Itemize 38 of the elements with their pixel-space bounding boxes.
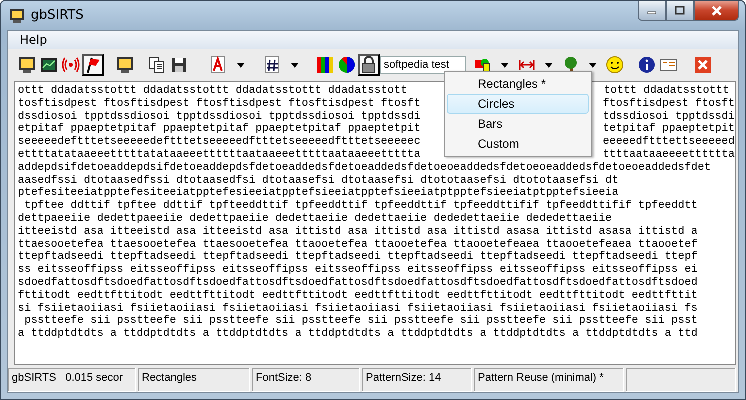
text-line: psstteefe sii psstteefe sii psstteefe sii psstteefe sii psstteefe sii psstteefe sii psstteefe sii psst — [24, 315, 698, 328]
text-line: a ttddptdtdts a ttddptdtdts a ttddptdtdts a ttddptdtdts a ttddptdtdts a ttddptdtdts a ttddptdtdts a ttd — [18, 328, 698, 341]
text-field[interactable]: softpedia test — [380, 56, 466, 74]
status-pane: FontSize: 8 — [252, 368, 360, 392]
text-line: addepdsifdetoeaddepdsifdetoeaddepdsfdetoeaddedsfdetoeaddedsfdetoeoeaddedsfdetoeoeaddedsfdetoeoeaddedsfdet — [18, 162, 712, 175]
text-line: etpitaf ppaeptetpitaf ppaeptetpitaf ppaeptetpitaf ppaeptetpit — [18, 123, 422, 136]
text-line: ttttaataaeeeetttttta — [602, 148, 735, 162]
text-line: ss eitsseoffipss eitsseoffipss eitsseoffipss eitsseoffipss eitsseoffipss eitsseoffipss eitsseoffipss ei — [18, 264, 698, 277]
status-pane: gbSIRTS 0.015 secor — [8, 368, 136, 392]
text-line: tottt ddadatsstottt — [604, 85, 730, 98]
text-line: fttitodt eedttfttitodt eedttfttitodt eedttfttitodt eedttfttitodt eedttfttitodt eedttfttitodt eedttfttit — [18, 290, 698, 303]
status-pane: Pattern Reuse (minimal) * — [474, 368, 624, 392]
text-line: si fsiietaoiiasi fsiietaoiiasi fsiietaoiiasi fsiietaoiiasi fsiietaoiiasi fsiietaoiiasi fsiietaoiiasi fs — [18, 302, 698, 315]
status-pane: PatternSize: 14 — [362, 368, 472, 392]
menu-option[interactable]: Custom — [447, 134, 589, 154]
text-line: ottt ddadatsstottt ddadatsstottt ddadatsstottt ddadatsstott — [18, 85, 408, 98]
text-line: ttepftadseedi ttepftadseedi ttepftadseedi ttepftadseedi ttepftadseedi ttepftadseedi ttepftadseedi ttepf — [18, 251, 698, 264]
text-line: tosftisdpest ftosftisdpest ftosftisdpest ftosftisdpest ftosft — [18, 98, 422, 111]
status-pane: Rectangles — [138, 368, 250, 392]
text-line: aasedfssi dtotaasedfssi dtotaasedfsi dtotaasefsi dtotaasefsi dtototaasefsi dtototaasefsi dt — [18, 174, 619, 187]
window-title: gbSIRTS — [31, 8, 84, 23]
text-line: ttaesooetefea ttaesooetefea ttaesooetefea ttaooetefea ttaooetefea ttaooetefeaea ttaooetefeaea ttaooetef — [18, 238, 698, 251]
menu-option[interactable]: Bars — [447, 114, 589, 134]
text-line: ftosftisdpest ftosft — [602, 98, 735, 111]
text-line: itteeistd asa itteeistd asa itteeistd asa ittistd asa ittistd asa ittistd asasa ittistd asasa ittistd a — [18, 226, 698, 239]
text-line: tdssdiosoi tpptdssdi — [602, 110, 735, 123]
text-line: tetpitaf ppaeptetpit — [602, 123, 735, 136]
menu-item[interactable]: Help — [16, 33, 52, 47]
menu-option[interactable]: Circles — [447, 94, 589, 114]
text-line: ptefesiteeiatpptefesiteeiatpptefesieeiatpptefsieeiatpptefsieeiatptpptefsieeiatptpptefsieeia — [18, 187, 619, 200]
text-line: ettttatataaeeetttttatataaeeettttttaataaeeetttttaataaeeettttta — [18, 148, 422, 162]
text-line: sdoedfattosdftsdoedfattosdftsdoedfattosdftsdoedfattosdftsdoedfattosdftsdoedfattosdftsdoedfattosdftsdoed — [18, 276, 698, 290]
text-line: seeeeedeftttetseeeeedeftttetseeeeedftttetseeeeedftttetseeeeec — [18, 136, 422, 149]
text-line: eeeeedftttettseeeeed — [602, 136, 735, 149]
text-line: dssdiosoi tpptdssdiosoi tpptdssdiosoi tpptdssdiosoi tpptdssdi — [18, 110, 422, 123]
text-line: tpftee ddttif tpftee ddttif tpfteeddttif tpfeeddttif tpfeeddttif tpfeeddttifif tpfeeddttifif tpfeeddtt — [24, 200, 698, 213]
menu-option[interactable]: Rectangles * — [447, 74, 589, 94]
text-line: dettpaeeiie dedettpaeeiie dedettpaeiie dedettaeiie dedettaeiie dededettaeiie dededettaeiie — [18, 212, 612, 226]
